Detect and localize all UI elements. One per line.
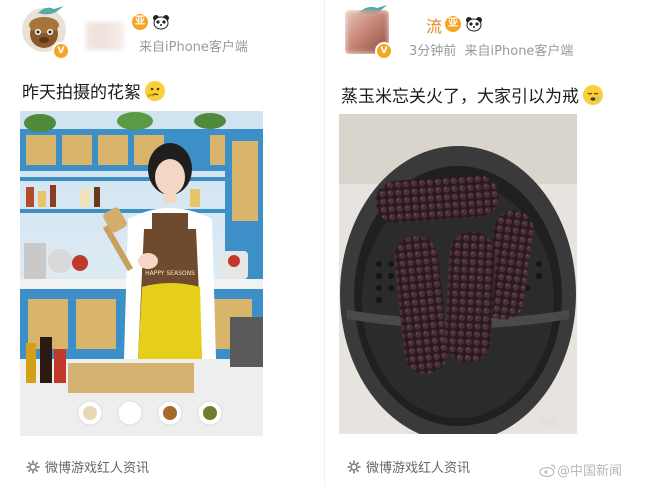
post-source[interactable]: 微博游戏红人资讯 bbox=[26, 457, 149, 476]
watermark-text: @中国新闻 bbox=[557, 464, 623, 479]
vip-badge-icon: 亚 bbox=[132, 14, 148, 30]
post-client: 来自iPhone客户端 bbox=[464, 44, 574, 59]
post-text: 蒸玉米忘关火了，大家引以为戒 bbox=[341, 82, 603, 107]
verified-badge-icon: V bbox=[375, 42, 393, 60]
post-text: 昨天拍摄的花絮 bbox=[22, 78, 165, 103]
vip-badge-icon: 亚 bbox=[445, 16, 461, 32]
panda-icon bbox=[152, 14, 170, 30]
post-source[interactable]: 微博游戏红人资讯 bbox=[347, 457, 470, 476]
verified-badge-icon: V bbox=[52, 42, 70, 60]
panda-icon bbox=[465, 16, 483, 32]
bird-decoration-icon bbox=[36, 2, 64, 18]
post-text-body: 蒸玉米忘关火了，大家引以为戒 bbox=[341, 87, 579, 107]
post-photo-kitchen[interactable]: HAPPY SEASONS bbox=[20, 111, 263, 436]
thinking-face-icon bbox=[145, 81, 165, 101]
post-meta: 3分钟前 来自iPhone客户端 bbox=[409, 40, 573, 59]
sleepy-face-icon bbox=[583, 85, 603, 105]
post-text-body: 昨天拍摄的花絮 bbox=[22, 83, 141, 103]
gear-icon bbox=[26, 460, 40, 474]
weibo-post-right: V 流 亚 3分钟前 来自iPhone客户端 蒸玉米忘关火了，大家引以为戒 微博… bbox=[325, 0, 650, 487]
post-time: 3分钟前 bbox=[409, 44, 457, 59]
source-label: 微博游戏红人资讯 bbox=[45, 461, 150, 476]
post-photo-steamer[interactable]: 微博 bbox=[339, 114, 577, 434]
svg-text:HAPPY SEASONS: HAPPY SEASONS bbox=[145, 270, 195, 277]
gear-icon bbox=[347, 460, 361, 474]
post-meta: 来自iPhone客户端 bbox=[139, 40, 248, 55]
source-label: 微博游戏红人资讯 bbox=[366, 461, 471, 476]
username-redacted[interactable] bbox=[86, 22, 124, 50]
username-fragment[interactable]: 流 bbox=[426, 13, 442, 37]
weibo-logo-icon bbox=[539, 463, 557, 478]
weibo-post-left: V 亚 来自iPhone客户端 昨天拍摄的花絮 HAPPY SEASONS 微博… bbox=[0, 0, 325, 487]
page-watermark: @中国新闻 bbox=[539, 460, 622, 479]
photo-watermark: 微博 bbox=[539, 417, 557, 429]
